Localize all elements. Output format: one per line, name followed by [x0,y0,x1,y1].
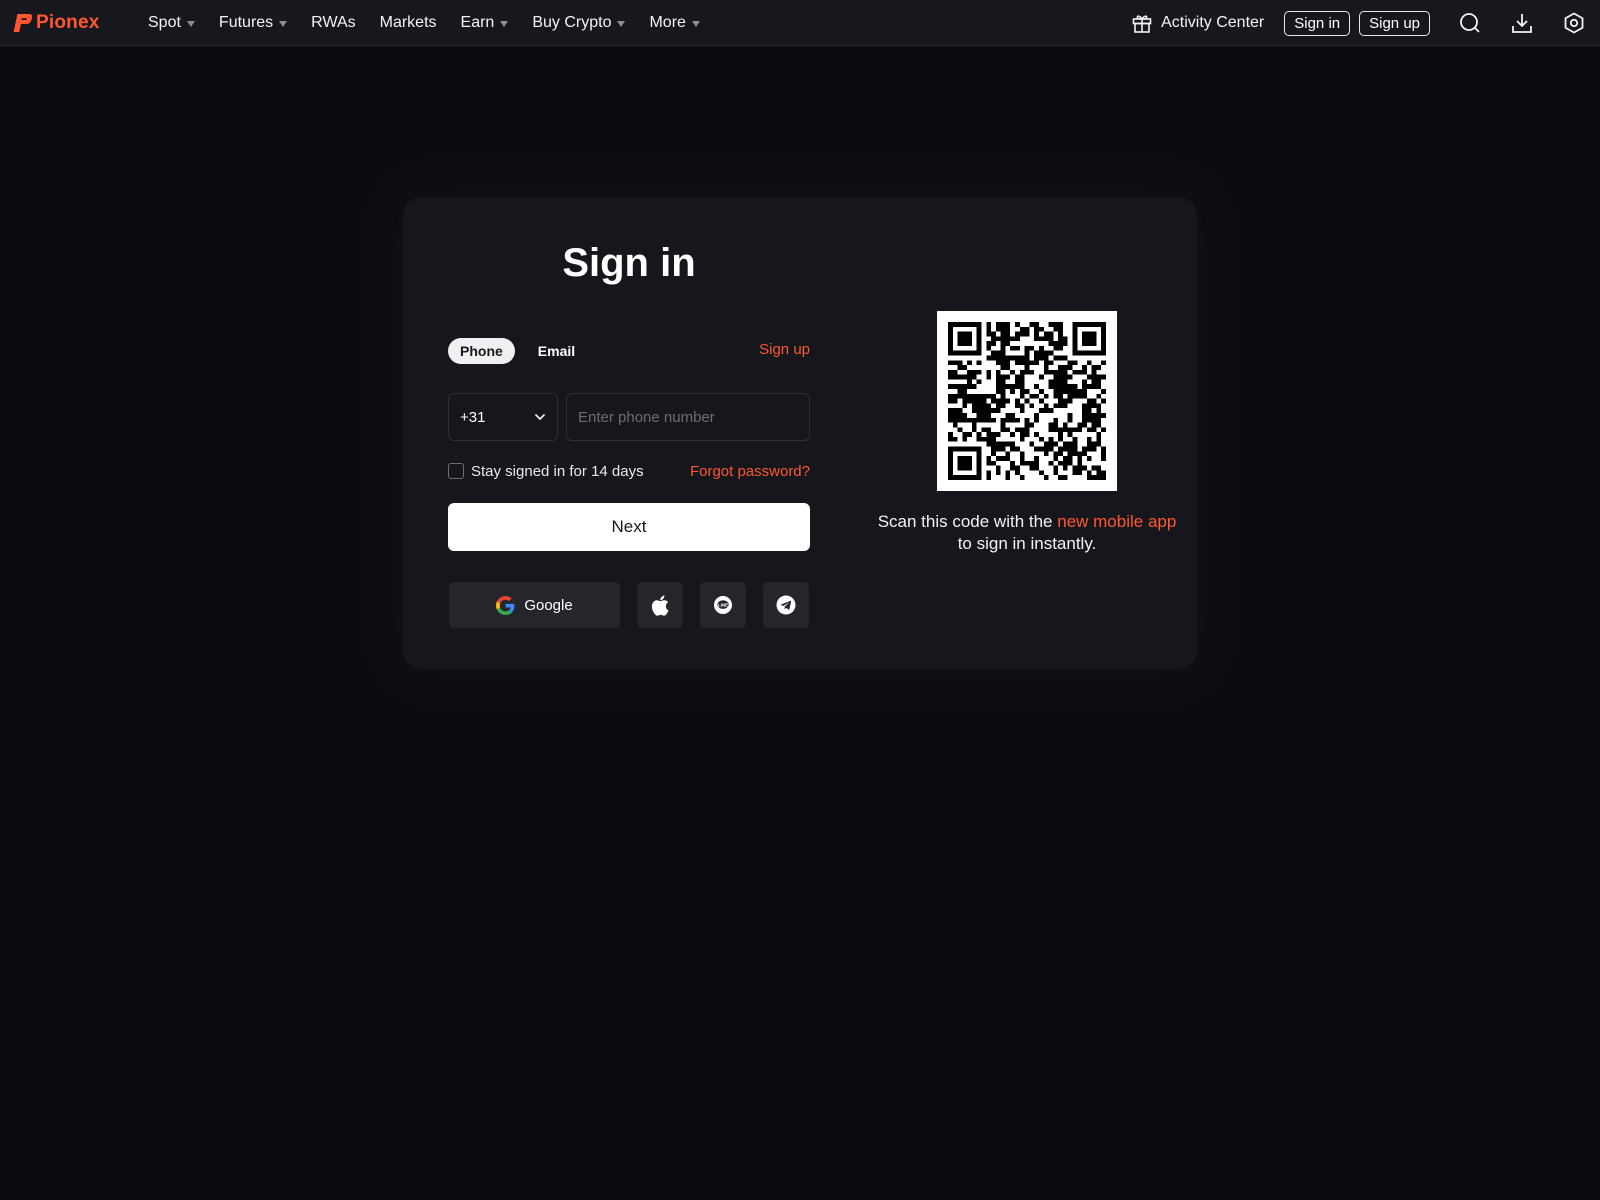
stay-signed-in-option: Stay signed in for 14 days [448,463,644,480]
sign-up-link[interactable]: Sign up [403,341,810,358]
social-login-row: Google LINE [448,582,810,628]
nav-markets[interactable]: Markets [380,14,437,32]
phone-number-input[interactable] [566,393,810,441]
search-button[interactable] [1444,0,1496,46]
qr-instructions: Scan this code with the new mobile app t… [833,511,1221,555]
download-icon [1512,14,1532,33]
stay-signed-in-row: Stay signed in for 14 days Forgot passwo… [448,461,810,481]
country-code-value: +31 [460,408,486,426]
nav-spot-label: Spot [148,14,181,31]
activity-center-label: Activity Center [1161,14,1265,31]
main-nav: Spot Futures RWAs Markets Earn Buy Crypt… [148,0,724,46]
nav-spot[interactable]: Spot [148,14,195,32]
stay-signed-in-label: Stay signed in for 14 days [471,462,644,480]
gift-icon [1132,15,1152,33]
top-navigation-bar: Pionex Spot Futures RWAs Markets Earn Bu… [0,0,1600,46]
caret-down-icon [691,21,700,27]
apple-icon [651,595,669,616]
phone-input-row: +31 [448,393,810,441]
settings-button[interactable] [1548,0,1600,46]
chevron-down-icon [534,413,546,421]
svg-text:LINE: LINE [718,602,728,607]
search-icon [1460,13,1480,33]
nav-markets-label: Markets [379,14,437,31]
nav-earn-label: Earn [460,14,495,31]
new-mobile-app-link[interactable]: new mobile app [1057,512,1176,531]
settings-icon [1564,12,1584,34]
qr-text-suffix: to sign in instantly. [957,534,1097,553]
telegram-icon [776,595,796,615]
country-code-select[interactable]: +31 [448,393,558,441]
page-title: Sign in [562,241,696,285]
google-login-label: Google [524,596,573,614]
activity-center-link[interactable]: Activity Center [1131,12,1264,34]
stay-signed-in-checkbox[interactable] [448,463,464,479]
qr-code-image [948,322,1106,480]
caret-down-icon [617,21,626,27]
line-login-button[interactable]: LINE [700,582,746,628]
header-sign-up-button[interactable]: Sign up [1359,10,1430,36]
nav-buy-crypto-label: Buy Crypto [532,14,612,31]
nav-futures[interactable]: Futures [218,14,288,32]
logo-text: Pionex [36,12,100,33]
download-button[interactable] [1496,0,1548,46]
next-button[interactable]: Next [448,503,810,551]
nav-earn[interactable]: Earn [461,14,509,32]
caret-down-icon [279,21,288,27]
caret-down-icon [186,21,195,27]
caret-down-icon [500,21,509,27]
forgot-password-link[interactable]: Forgot password? [690,463,810,480]
nav-rwas[interactable]: RWAs [311,14,355,32]
apple-login-button[interactable] [637,582,683,628]
google-icon [496,595,515,615]
sign-in-card: Sign in Phone Email Sign up +31 Stay sig… [403,197,1197,669]
pionex-logo[interactable]: Pionex [13,12,100,34]
header-sign-in-button[interactable]: Sign in [1284,10,1351,36]
pionex-logo-icon [13,14,33,32]
nav-more[interactable]: More [649,14,700,32]
sign-in-qr-code [937,311,1117,491]
nav-buy-crypto[interactable]: Buy Crypto [532,14,626,32]
line-icon: LINE [714,596,732,614]
right-nav: Activity Center Sign in Sign up [1131,0,1600,46]
nav-more-label: More [649,14,686,31]
nav-futures-label: Futures [218,14,274,31]
qr-text-prefix: Scan this code with the [877,512,1058,531]
google-login-button[interactable]: Google [449,582,620,628]
telegram-login-button[interactable] [763,582,809,628]
nav-rwas-label: RWAs [311,14,356,31]
